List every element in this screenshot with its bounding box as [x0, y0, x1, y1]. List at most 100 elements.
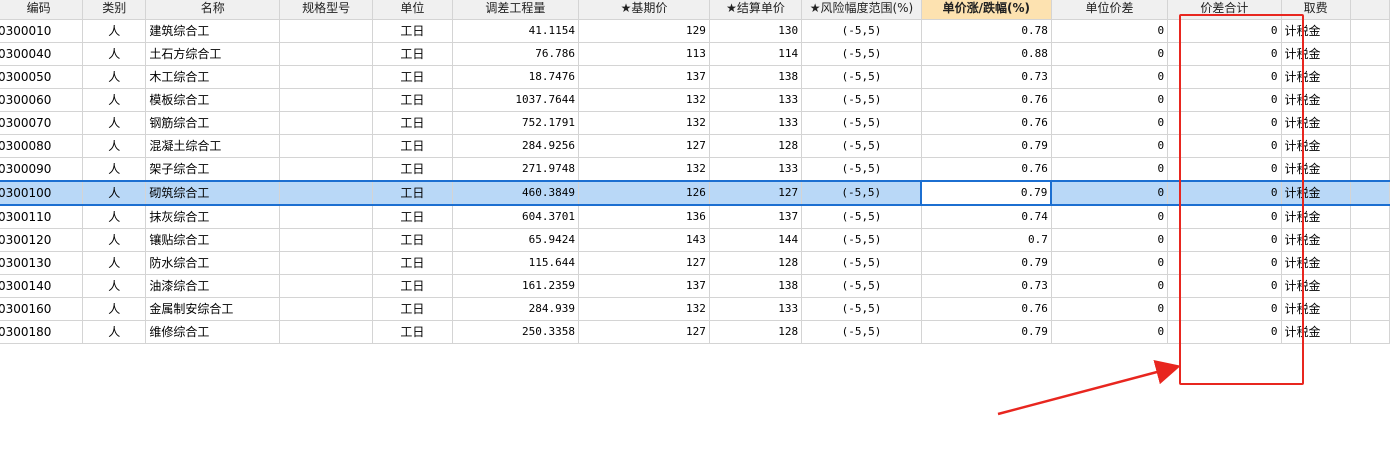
row-spec[interactable]	[279, 320, 374, 344]
row-fee[interactable]: 计税金	[1280, 111, 1351, 135]
row-settle-price[interactable]: 127	[708, 180, 803, 206]
row-spec[interactable]	[279, 111, 374, 135]
row-code[interactable]: 0300080	[0, 134, 84, 158]
row-name[interactable]: 金属制安综合工	[145, 297, 281, 321]
row-risk-range[interactable]: (-5,5)	[801, 228, 922, 252]
row-name[interactable]: 油漆综合工	[145, 274, 281, 298]
row-base-price[interactable]: 132	[578, 157, 710, 182]
row-code[interactable]: 0300110	[0, 204, 84, 229]
row-risk-range[interactable]: (-5,5)	[801, 274, 922, 298]
row-code[interactable]: 0300160	[0, 297, 84, 321]
row-unit-diff[interactable]: 0	[1050, 19, 1169, 43]
col-header-name[interactable]: 名称	[145, 0, 281, 20]
table-row[interactable]: 0300130 人防水综合工 工日 115.644 127 128 (-5,5) 0.79 0 0…	[0, 251, 1391, 275]
row-code[interactable]: 0300140	[0, 274, 84, 298]
row-type[interactable]: 人	[82, 204, 147, 229]
row-qty[interactable]: 250.3358	[451, 320, 580, 344]
row-type[interactable]: 人	[82, 65, 147, 89]
row-total-diff[interactable]: 0	[1167, 111, 1282, 135]
row-qty[interactable]: 76.786	[451, 42, 580, 66]
row-qty[interactable]: 161.2359	[451, 274, 580, 298]
row-total-diff[interactable]: 0	[1167, 274, 1282, 298]
row-type[interactable]: 人	[82, 251, 147, 275]
row-rate[interactable]: 0.7	[920, 228, 1052, 252]
row-unit[interactable]: 工日	[372, 180, 453, 206]
row-unit[interactable]: 工日	[372, 320, 453, 344]
row-code[interactable]: 0300060	[0, 88, 84, 112]
row-unit-diff[interactable]: 0	[1050, 228, 1169, 252]
row-unit[interactable]: 工日	[372, 111, 453, 135]
row-code[interactable]: 0300090	[0, 157, 84, 182]
row-extra[interactable]	[1349, 274, 1391, 298]
table-row[interactable]: 0300100 人砌筑综合工 工日 460.3849 126 127 (-5,5) 0.79 0…	[0, 180, 1391, 206]
row-rate[interactable]: 0.76	[920, 297, 1052, 321]
row-risk-range[interactable]: (-5,5)	[801, 111, 922, 135]
row-type[interactable]: 人	[82, 320, 147, 344]
row-name[interactable]: 架子综合工	[145, 157, 281, 182]
col-header-type[interactable]: 类别	[82, 0, 147, 20]
row-type[interactable]: 人	[82, 157, 147, 182]
row-fee[interactable]: 计税金	[1280, 157, 1351, 182]
row-name[interactable]: 模板综合工	[145, 88, 281, 112]
row-name[interactable]: 建筑综合工	[145, 19, 281, 43]
row-total-diff[interactable]: 0	[1167, 204, 1282, 229]
row-rate[interactable]: 0.76	[920, 88, 1052, 112]
row-fee[interactable]: 计税金	[1280, 42, 1351, 66]
row-base-price[interactable]: 132	[578, 297, 710, 321]
row-qty[interactable]: 1037.7644	[451, 88, 580, 112]
row-name[interactable]: 维修综合工	[145, 320, 281, 344]
row-rate[interactable]: 0.73	[920, 65, 1052, 89]
row-risk-range[interactable]: (-5,5)	[801, 251, 922, 275]
row-unit-diff[interactable]: 0	[1050, 42, 1169, 66]
row-base-price[interactable]: 143	[578, 228, 710, 252]
row-type[interactable]: 人	[82, 111, 147, 135]
table-row[interactable]: 0300080 人混凝土综合工 工日 284.9256 127 128 (-5,5) 0.79…	[0, 134, 1391, 158]
row-unit-diff[interactable]: 0	[1050, 274, 1169, 298]
row-type[interactable]: 人	[82, 297, 147, 321]
row-base-price[interactable]: 137	[578, 274, 710, 298]
table-row[interactable]: 0300040 人土石方综合工 工日 76.786 113 114 (-5,5) 0.88 0 0…	[0, 42, 1391, 66]
row-risk-range[interactable]: (-5,5)	[801, 65, 922, 89]
row-name[interactable]: 木工综合工	[145, 65, 281, 89]
row-type[interactable]: 人	[82, 274, 147, 298]
row-unit-diff[interactable]: 0	[1050, 157, 1169, 182]
row-code[interactable]: 0300130	[0, 251, 84, 275]
row-base-price[interactable]: 132	[578, 88, 710, 112]
row-base-price[interactable]: 126	[578, 180, 710, 206]
row-spec[interactable]	[279, 42, 374, 66]
row-fee[interactable]: 计税金	[1280, 320, 1351, 344]
row-settle-price[interactable]: 138	[708, 65, 803, 89]
row-total-diff[interactable]: 0	[1167, 251, 1282, 275]
row-type[interactable]: 人	[82, 19, 147, 43]
row-spec[interactable]	[279, 180, 374, 206]
row-settle-price[interactable]: 128	[708, 134, 803, 158]
row-total-diff[interactable]: 0	[1167, 88, 1282, 112]
col-header-settle-price[interactable]: ★结算单价	[708, 0, 803, 20]
row-unit-diff[interactable]: 0	[1050, 65, 1169, 89]
row-settle-price[interactable]: 114	[708, 42, 803, 66]
row-extra[interactable]	[1349, 65, 1391, 89]
col-header-rate[interactable]: 单价涨/跌幅(%)	[920, 0, 1052, 20]
row-rate[interactable]: 0.76	[920, 157, 1052, 182]
row-rate[interactable]: 0.88	[920, 42, 1052, 66]
table-row[interactable]: 0300060 人模板综合工 工日 1037.7644 132 133 (-5,5) 0.76…	[0, 88, 1391, 112]
row-settle-price[interactable]: 138	[708, 274, 803, 298]
row-settle-price[interactable]: 133	[708, 88, 803, 112]
row-code[interactable]: 0300180	[0, 320, 84, 344]
row-unit[interactable]: 工日	[372, 297, 453, 321]
row-spec[interactable]	[279, 297, 374, 321]
row-total-diff[interactable]: 0	[1167, 320, 1282, 344]
row-unit[interactable]: 工日	[372, 134, 453, 158]
row-extra[interactable]	[1349, 134, 1391, 158]
row-total-diff[interactable]: 0	[1167, 134, 1282, 158]
row-base-price[interactable]: 113	[578, 42, 710, 66]
row-rate[interactable]: 0.79	[920, 134, 1052, 158]
table-row[interactable]: 0300120 人镶贴综合工 工日 65.9424 143 144 (-5,5) 0.7 0 0 计…	[0, 228, 1391, 252]
row-fee[interactable]: 计税金	[1280, 228, 1351, 252]
row-fee[interactable]: 计税金	[1280, 180, 1351, 206]
row-spec[interactable]	[279, 134, 374, 158]
col-header-spec[interactable]: 规格型号	[279, 0, 374, 20]
row-qty[interactable]: 284.939	[451, 297, 580, 321]
row-total-diff[interactable]: 0	[1167, 65, 1282, 89]
row-rate[interactable]: 0.79	[920, 320, 1052, 344]
